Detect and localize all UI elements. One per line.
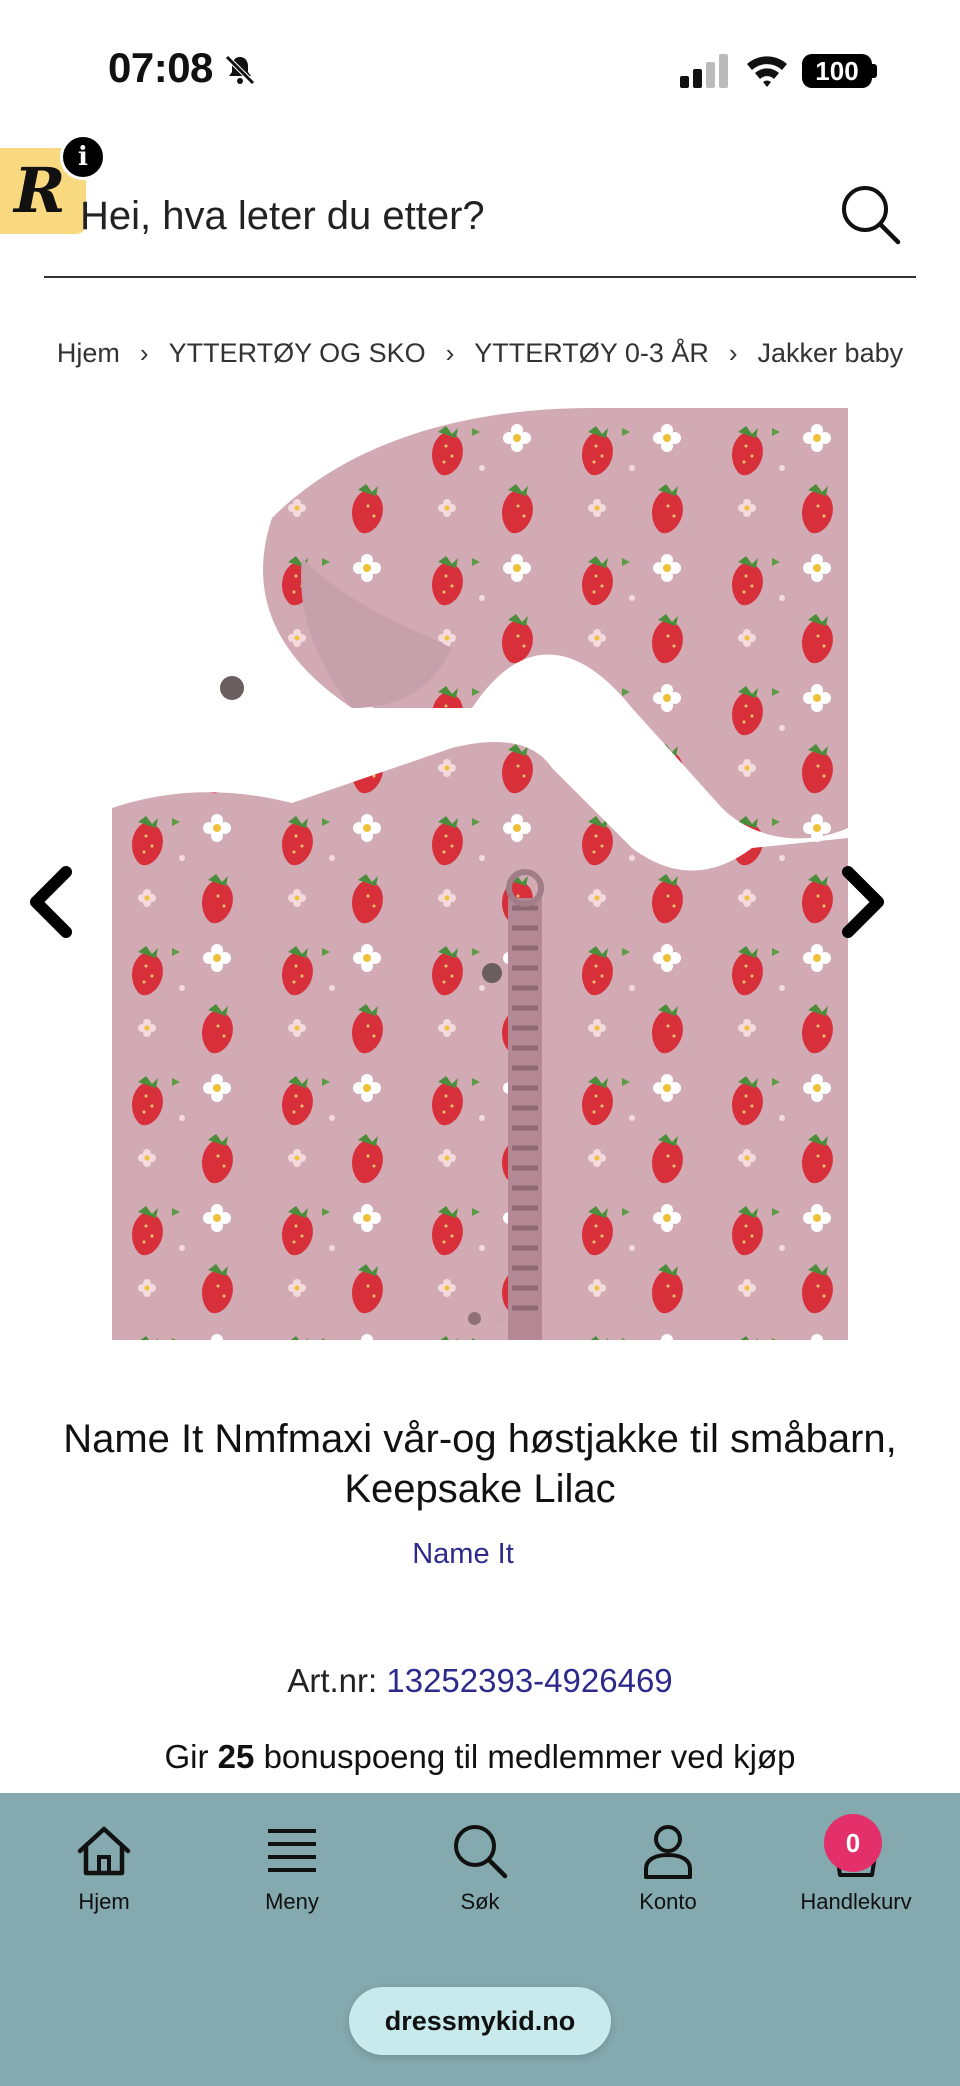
browser-url-pill[interactable]: dressmykid.no	[349, 1987, 611, 2055]
breadcrumb-separator: ›	[445, 338, 455, 368]
product-brand-link[interactable]: Name It	[0, 1538, 926, 1571]
breadcrumb-separator: ›	[139, 338, 149, 368]
breadcrumb-home[interactable]: Hjem	[57, 338, 120, 369]
nav-menu[interactable]: Meny	[207, 1821, 377, 1915]
next-image-arrow-icon[interactable]	[832, 862, 892, 942]
wifi-icon	[747, 56, 787, 87]
signal-icon	[680, 54, 728, 88]
image-dot[interactable]	[493, 1312, 506, 1325]
nav-account-label: Konto	[639, 1889, 697, 1914]
breadcrumb: Hjem › YTTERTØY OG SKO › YTTERTØY 0-3 ÅR…	[0, 338, 960, 369]
bonus-points-value: 25	[217, 1738, 255, 1775]
breadcrumb-outerwear[interactable]: YTTERTØY OG SKO	[169, 338, 426, 369]
cart-count-badge: 0	[824, 1814, 882, 1872]
breadcrumb-separator: ›	[728, 338, 738, 368]
nav-account[interactable]: Konto	[583, 1821, 753, 1915]
article-number: Art.nr: 13252393-4926469	[0, 1662, 960, 1700]
breadcrumb-baby-jackets[interactable]: Jakker baby	[758, 338, 904, 369]
home-icon	[77, 1826, 131, 1876]
nav-home-label: Hjem	[78, 1889, 130, 1914]
battery-cap	[872, 64, 877, 78]
search-input[interactable]	[80, 186, 840, 246]
bonus-points-text: Gir 25 bonuspoeng til medlemmer ved kjøp	[0, 1738, 960, 1776]
bonus-suffix: bonuspoeng til medlemmer ved kjøp	[263, 1738, 796, 1775]
search-icon[interactable]	[838, 182, 904, 248]
status-bar: 07:08 100	[0, 0, 960, 140]
battery-indicator: 100	[802, 54, 872, 88]
bell-muted-icon	[225, 55, 255, 85]
product-image[interactable]	[112, 408, 848, 1340]
bonus-prefix: Gir	[164, 1738, 209, 1775]
jacket-illustration	[112, 408, 848, 1340]
user-icon	[644, 1825, 692, 1879]
previous-image-arrow-icon[interactable]	[22, 862, 82, 942]
status-time: 07:08	[108, 44, 213, 91]
article-number-value: 13252393-4926469	[386, 1662, 673, 1699]
nav-search[interactable]: Søk	[395, 1821, 565, 1915]
nav-home[interactable]: Hjem	[19, 1821, 189, 1915]
menu-icon	[268, 1829, 316, 1872]
nav-menu-label: Meny	[265, 1889, 319, 1914]
nav-cart-label: Handlekurv	[800, 1889, 912, 1914]
breadcrumb-outerwear-0-3[interactable]: YTTERTØY 0-3 ÅR	[474, 338, 709, 369]
search-bar	[44, 168, 916, 278]
product-title: Name It Nmfmaxi vår-og høstjakke til små…	[63, 1417, 897, 1511]
image-pagination	[468, 1312, 506, 1325]
article-number-label: Art.nr:	[287, 1662, 378, 1699]
nav-search-label: Søk	[460, 1889, 500, 1914]
image-dot-active[interactable]	[468, 1312, 481, 1325]
search-icon	[454, 1825, 508, 1879]
